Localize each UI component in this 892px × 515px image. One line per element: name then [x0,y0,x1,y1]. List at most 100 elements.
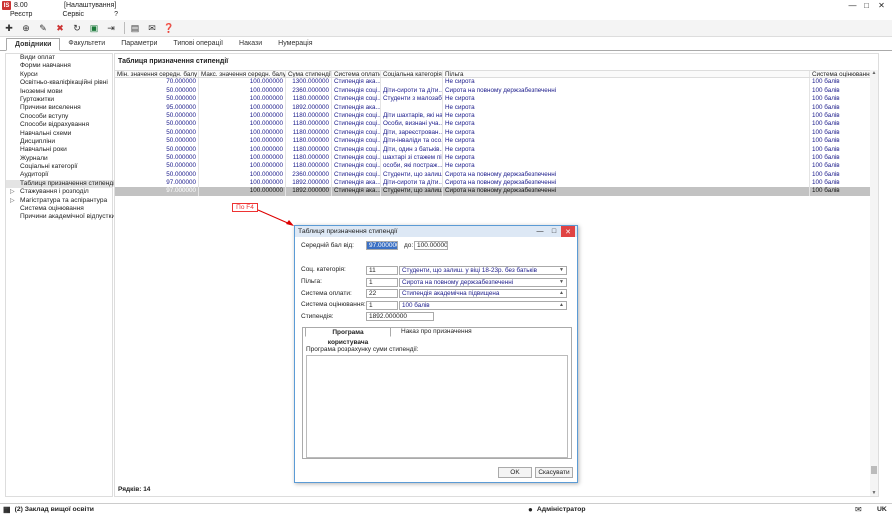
sidebar-item[interactable]: Таблиця призначення стипендії [6,179,117,189]
chevron-down-icon[interactable]: ▲ [559,290,564,297]
expand-icon[interactable]: ▷ [10,188,15,196]
menu-registry[interactable]: Реєстр [10,11,32,20]
sidebar-item[interactable]: Іноземні мови [6,88,112,96]
table-row[interactable]: 50.000000 100.000000 2360.000000 Стипендія … [115,86,872,96]
sidebar-item[interactable]: Журнали [6,155,112,163]
table-row[interactable]: 50.000000 100.000000 1180.000000 Стипендія … [115,137,872,146]
tab-numbering[interactable]: Нумерація [270,38,320,50]
program-textarea[interactable] [306,355,568,458]
ok-button[interactable]: OK [498,467,532,478]
sidebar-item-label: Аудиторії [20,171,49,179]
benefit-code-input[interactable]: 1 [366,278,398,287]
close-icon[interactable]: ✕ [875,0,888,11]
table-row[interactable]: 50.000000 100.000000 1180.000000 Стипендія … [115,145,872,154]
avg-to-input[interactable]: 100.000000 [414,241,448,250]
tab-user-program[interactable]: Програма користувача [305,327,391,346]
table-row[interactable]: 97.000000 100.000000 1892.000000 Стипендія … [115,187,872,196]
sidebar-item[interactable]: Гуртожитки [6,96,112,104]
sidebar-item[interactable]: Форми навчання [6,62,112,70]
add-icon[interactable]: ✚ [2,21,16,35]
sidebar-item[interactable]: ▷ Магістратура та аспірантура [6,197,112,205]
tab-directories[interactable]: Довідники [6,38,61,51]
sidebar-item[interactable]: Аудиторії [6,171,112,179]
table-row[interactable]: 97.000000 100.000000 1892.000000 Стипендія … [115,179,872,188]
cancel-button[interactable]: Скасувати [535,467,573,478]
stipend-input[interactable]: 1892.000000 [366,312,434,321]
tab-typical-operations[interactable]: Типові операції [165,38,231,50]
minimize-icon[interactable]: — [846,0,859,11]
sidebar-item[interactable]: Курси [6,71,112,79]
table-row[interactable]: 50.000000 100.000000 1180.000000 Стипендія … [115,128,872,138]
sidebar-item[interactable]: Причини академічної відпустки [6,213,115,221]
chevron-down-icon[interactable]: ▲ [559,302,564,309]
avg-from-input[interactable]: 97.000000 [366,241,398,250]
add-sub-icon[interactable]: ⊕ [19,21,33,35]
sidebar-item[interactable]: Способи відрахування [6,121,112,129]
tab-parameters[interactable]: Параметри [113,38,165,50]
table-row[interactable]: 50.000000 100.000000 1180.000000 Стипендія … [115,162,872,171]
expand-icon[interactable]: ▷ [10,197,15,205]
dialog-minimize-icon[interactable]: — [533,226,547,237]
mail-icon[interactable]: ✉ [855,505,862,514]
language-indicator[interactable]: UK [877,506,887,513]
col-grading-system[interactable]: Система оцінювання [810,71,872,78]
menu-service[interactable]: Сервіс [62,11,84,20]
cell-max-avg: 100.000000 [199,78,286,87]
table-row[interactable]: 70.000000 100.000000 1300.000000 Стипендія … [115,78,872,87]
sidebar-item-label: Види оплат [20,54,56,61]
grading-system-code-input[interactable]: 1 [366,301,398,310]
scroll-down-icon[interactable]: ▼ [870,490,878,496]
grading-system-select[interactable]: 100 балів ▲ [399,301,567,310]
col-sum[interactable]: Сума стипендії [286,71,332,78]
pay-system-code-input[interactable]: 22 [366,289,398,298]
export-excel-icon[interactable]: ▣ [87,21,101,35]
vertical-scrollbar[interactable]: ▲ ▼ [870,70,878,496]
dialog-maximize-icon[interactable]: □ [547,226,561,237]
mail-icon[interactable]: ✉ [145,21,159,35]
scroll-thumb[interactable] [871,466,877,474]
dialog-close-icon[interactable]: ✕ [561,226,575,237]
exit-icon[interactable]: ⇥ [104,21,118,35]
print-icon[interactable]: ▤ [128,21,142,35]
sidebar-item[interactable]: Причини виселення [6,104,112,112]
col-min-avg[interactable]: Мін. значення середн. балу [115,71,199,78]
pay-system-select[interactable]: Стипендія академічна підвищена ▲ [399,289,567,298]
table-row[interactable]: 95.000000 100.000000 1892.000000 Стипендія … [115,103,872,112]
table-row[interactable]: 50.000000 100.000000 1180.000000 Стипендія … [115,95,872,104]
edit-icon[interactable]: ✎ [36,21,50,35]
benefit-select[interactable]: Сирота на повному держзабезпеченні ▼ [399,278,567,287]
col-pay-system[interactable]: Система оплати [332,71,381,78]
tab-faculties[interactable]: Факультети [60,38,113,50]
sidebar-item[interactable]: Види оплат [6,54,112,62]
sidebar-item[interactable]: ▷ Стажування і розподіл [6,188,112,196]
scroll-up-icon[interactable]: ▲ [870,70,878,76]
chevron-down-icon[interactable]: ▼ [559,279,564,286]
cell-social-category: Діти-інваліди та осо... [383,137,443,146]
social-category-select[interactable]: Студенти, що залиш. у віці 18-23р. без б… [399,266,567,275]
table-row[interactable]: 50.000000 100.000000 1180.000000 Стипендія … [115,153,872,163]
col-max-avg[interactable]: Макс. значення середн. балу [199,71,286,78]
sidebar-item[interactable]: Способи вступу [6,113,112,121]
sidebar-item[interactable]: Навчальні схеми [6,130,112,138]
chevron-down-icon[interactable]: ▼ [559,267,564,274]
maximize-icon[interactable]: □ [860,0,873,11]
tab-orders[interactable]: Накази [231,38,270,50]
table-row[interactable]: 50.000000 100.000000 2360.000000 Стипендія … [115,170,872,180]
cell-sum: 1180.000000 [286,120,332,129]
cell-benefit: Сирота на повному держзабезпеченні [443,179,810,188]
cell-benefit: Не сирота [443,153,810,163]
delete-icon[interactable]: ✖ [53,21,67,35]
cell-social-category [381,103,443,112]
menu-help[interactable]: ? [114,11,118,20]
social-category-code-input[interactable]: 11 [366,266,398,275]
sidebar-item[interactable]: Навчальні роки [6,146,112,154]
help-icon[interactable]: ❓ [162,21,176,35]
table-row[interactable]: 50.000000 100.000000 1180.000000 Стипендія … [115,120,872,129]
tab-assignment-order[interactable]: Наказ про призначення [395,327,478,337]
table-row[interactable]: 50.000000 100.000000 1180.000000 Стипендія … [115,111,872,121]
sidebar-item[interactable]: Освітньо-кваліфікаційні рівні [6,79,112,87]
grading-system-label: Система оцінювання: [301,301,366,308]
col-benefit[interactable]: Пільга [443,71,810,78]
refresh-icon[interactable]: ↻ [70,21,84,35]
col-social-category[interactable]: Соціальна категорія [381,71,443,78]
